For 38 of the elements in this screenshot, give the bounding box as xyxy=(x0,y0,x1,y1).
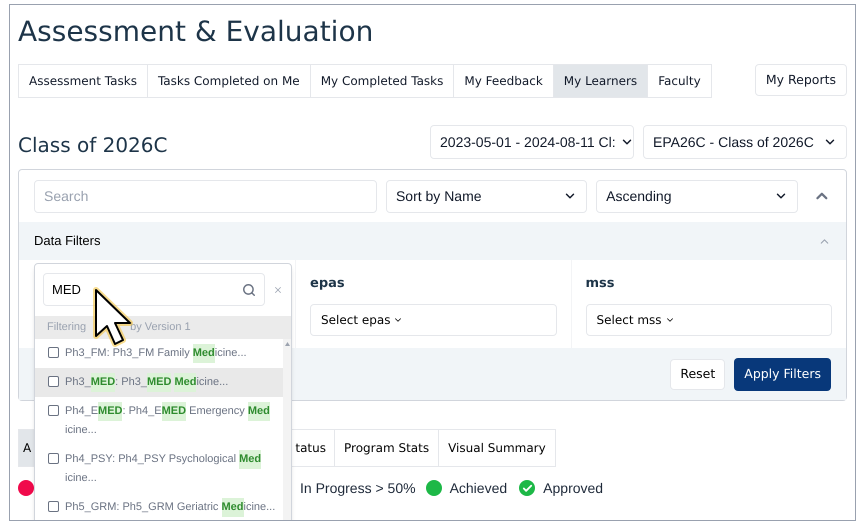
dropdown-header-text: by Version 1 xyxy=(130,320,191,336)
search-field[interactable]: Search xyxy=(34,180,377,212)
filter-label: epas xyxy=(310,275,346,293)
checkbox[interactable] xyxy=(48,453,59,464)
option-label: Ph5_GRM: Ph5_GRM Geriatric Medicine... xyxy=(65,498,276,517)
checkbox[interactable] xyxy=(48,347,59,358)
option-label: Ph3_FM: Ph3_FM Family Medicine... xyxy=(65,344,247,363)
apply-filters-button[interactable]: Apply Filters xyxy=(734,358,831,390)
checkbox[interactable] xyxy=(48,376,59,387)
option-label: Ph4_PSY: Ph4_PSY Psychological Medicine... xyxy=(65,450,277,488)
order-select[interactable]: Ascending xyxy=(596,180,798,212)
option-label: Ph4_EMED: Ph4_EMED Emergency Medicine... xyxy=(65,402,277,440)
cohort-select[interactable]: EPA26C - Class of 2026C xyxy=(643,125,847,159)
dropdown-option[interactable]: Ph3_MED: Ph3_MED Medicine... xyxy=(35,368,283,397)
checkbox[interactable] xyxy=(48,405,59,416)
date-range-select[interactable]: 2023-05-01 - 2024-08-11 Cl: xyxy=(430,125,634,159)
filter-select[interactable]: Select epas xyxy=(310,304,556,336)
close-icon[interactable] xyxy=(273,284,283,294)
dropdown-header-text: Filtering xyxy=(47,320,86,336)
option-label: Ph3_MED: Ph3_MED Medicine... xyxy=(65,373,228,392)
scrollbar[interactable] xyxy=(283,339,291,520)
tab[interactable]: My Learners xyxy=(552,65,648,97)
checkbox[interactable] xyxy=(48,501,59,512)
reports-button[interactable]: My Reports xyxy=(754,64,847,96)
page-title: Assessment & Evaluation xyxy=(18,14,374,50)
section-title: Class of 2026C xyxy=(18,132,168,159)
data-filters-header[interactable]: Data Filters xyxy=(19,222,846,260)
filter-select[interactable]: Select mss xyxy=(586,304,832,336)
dropdown-search-field[interactable]: MED xyxy=(43,273,266,306)
sort-select[interactable]: Sort by Name xyxy=(386,180,588,212)
search-icon xyxy=(242,282,256,296)
legend-label: In Progress > 50% xyxy=(300,478,416,498)
reset-button[interactable]: Reset xyxy=(670,358,726,390)
filter-label: mss xyxy=(586,275,616,293)
legend-label: Achieved xyxy=(450,478,508,498)
tab[interactable]: My Completed Tasks xyxy=(310,65,454,97)
data-filters-title: Data Filters xyxy=(34,232,100,250)
legend-label: Approved xyxy=(543,478,604,498)
